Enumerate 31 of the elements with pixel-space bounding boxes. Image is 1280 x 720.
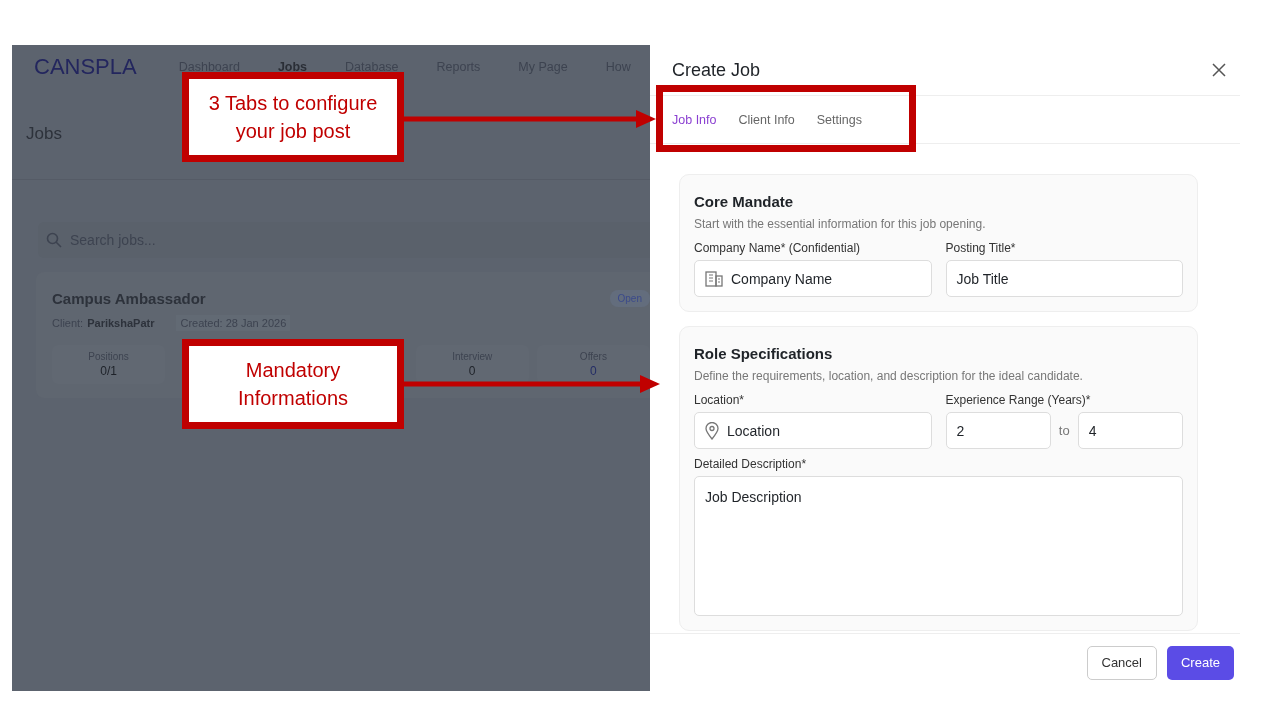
create-button[interactable]: Create [1166,645,1234,680]
stat-value: 0 [468,364,476,378]
tab[interactable]: Job Info [664,106,725,133]
input-field[interactable]: Job Title [945,260,1183,297]
stat-value: 0/1 [100,364,117,378]
brand-name: CANSPLA [34,54,137,80]
field-label: Location* [694,393,746,407]
tab[interactable]: Settings [808,106,870,133]
range-separator: to [1058,423,1070,438]
section-subtitle: Define the requirements, location, and description for the ideal candidate. [694,369,1084,383]
callout-box: Mandatory Informations [182,339,404,429]
stat-value: 0 [590,364,597,378]
input-field[interactable]: Company Name [694,260,932,297]
input-field[interactable]: 4 [1077,412,1183,449]
tab[interactable]: Client Info [730,106,803,133]
field-label: Detailed Description* [694,457,808,471]
close-icon[interactable] [1212,63,1226,77]
input-field[interactable]: Location [694,412,932,449]
textarea-field[interactable]: Job Description [694,476,1183,616]
section-subtitle: Start with the essential information for this job opening. [694,217,987,231]
cancel-button[interactable]: Cancel [1086,645,1157,680]
section-title: Core Mandate [694,193,795,210]
building-icon [705,270,723,287]
section-title: Role Specifications [694,345,834,362]
drawer-title: Create Job [672,59,761,81]
input-field[interactable]: 2 [945,412,1051,449]
field-label: Company Name* (Confidential) [694,241,862,255]
field-label: Experience Range (Years)* [945,393,1092,407]
field-label: Posting Title* [945,241,1017,255]
location-pin-icon [705,421,719,440]
callout-box: 3 Tabs to configure your job post [182,72,404,162]
